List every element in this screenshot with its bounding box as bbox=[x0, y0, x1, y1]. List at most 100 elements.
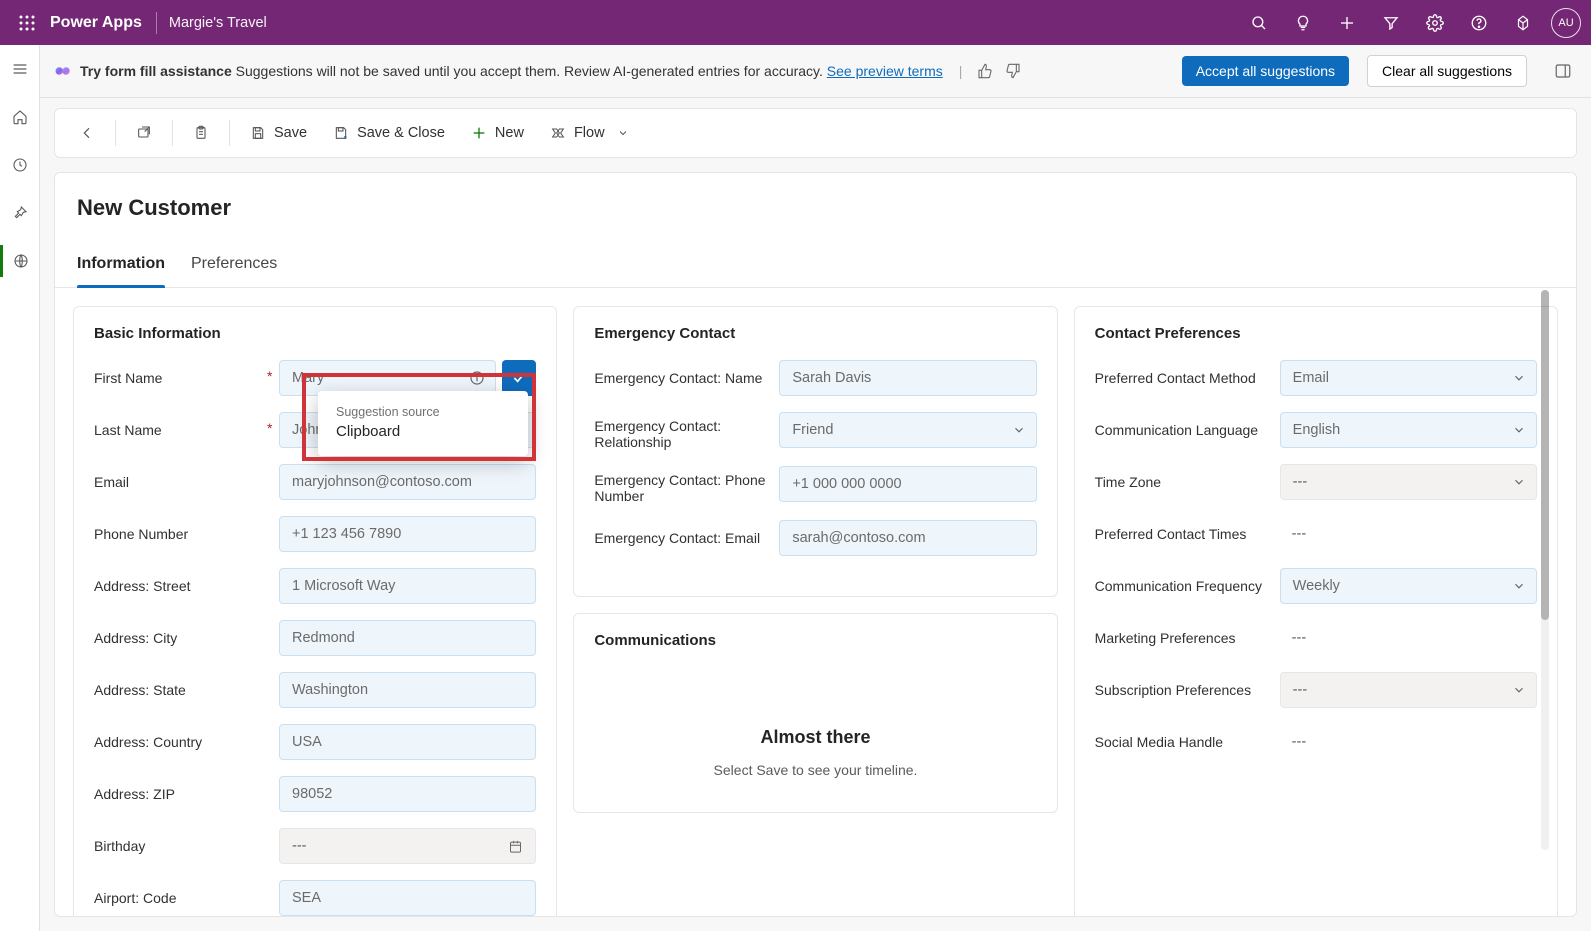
thumbs-up-icon[interactable] bbox=[974, 60, 996, 82]
street-input[interactable]: 1 Microsoft Way bbox=[279, 568, 536, 604]
home-icon[interactable] bbox=[0, 101, 40, 133]
card-contact-prefs: Contact Preferences Preferred Contact Me… bbox=[1074, 306, 1558, 916]
pref-subs-select[interactable]: --- bbox=[1280, 672, 1537, 708]
field-label: Emergency Contact: Email bbox=[594, 530, 760, 546]
field-label: Subscription Preferences bbox=[1095, 682, 1251, 698]
email-input[interactable]: maryjohnson@contoso.com bbox=[279, 464, 536, 500]
preview-terms-link[interactable]: See preview terms bbox=[827, 63, 943, 79]
field-label: Emergency Contact: Name bbox=[594, 370, 762, 386]
clear-all-button[interactable]: Clear all suggestions bbox=[1367, 55, 1527, 87]
pref-freq-select[interactable]: Weekly bbox=[1280, 568, 1537, 604]
help-icon[interactable] bbox=[1457, 0, 1501, 45]
form-board: Basic Information First Name * Mary bbox=[55, 288, 1576, 916]
field-label: Address: ZIP bbox=[94, 786, 175, 802]
field-pref-freq: Communication Frequency Weekly bbox=[1095, 568, 1537, 604]
pref-method-select[interactable]: Email bbox=[1280, 360, 1537, 396]
field-pref-social: Social Media Handle --- bbox=[1095, 724, 1537, 760]
field-airport: Airport: Code SEA bbox=[94, 880, 536, 916]
airport-input[interactable]: SEA bbox=[279, 880, 536, 916]
field-label: Last Name bbox=[94, 422, 162, 438]
ec-name-input[interactable]: Sarah Davis bbox=[779, 360, 1036, 396]
lightbulb-icon[interactable] bbox=[1281, 0, 1325, 45]
field-pref-lang: Communication Language English bbox=[1095, 412, 1537, 448]
pin-icon[interactable] bbox=[0, 197, 40, 229]
ai-banner: Try form fill assistance Suggestions wil… bbox=[40, 45, 1591, 98]
avatar[interactable]: AU bbox=[1551, 8, 1581, 38]
save-button[interactable]: Save bbox=[240, 119, 317, 147]
state-input[interactable]: Washington bbox=[279, 672, 536, 708]
thumbs-down-icon[interactable] bbox=[1002, 60, 1024, 82]
save-close-button[interactable]: Save & Close bbox=[323, 119, 455, 147]
field-label: Communication Frequency bbox=[1095, 578, 1262, 594]
globe-icon[interactable] bbox=[0, 245, 40, 277]
app-launcher-icon[interactable] bbox=[10, 15, 44, 31]
country-input[interactable]: USA bbox=[279, 724, 536, 760]
side-panel-icon[interactable] bbox=[1549, 57, 1577, 85]
command-bar: Save Save & Close New Flow bbox=[54, 108, 1577, 158]
card-emergency: Emergency Contact Emergency Contact: Nam… bbox=[573, 306, 1057, 597]
pref-tz-select[interactable]: --- bbox=[1280, 464, 1537, 500]
search-icon[interactable] bbox=[1237, 0, 1281, 45]
banner-text: Try form fill assistance Suggestions wil… bbox=[80, 63, 943, 79]
flow-button[interactable]: Flow bbox=[540, 119, 639, 147]
clipboard-button[interactable] bbox=[183, 119, 219, 147]
separator bbox=[172, 120, 173, 146]
add-icon[interactable] bbox=[1325, 0, 1369, 45]
pref-times-value[interactable]: --- bbox=[1280, 516, 1537, 552]
pref-social-value[interactable]: --- bbox=[1280, 724, 1537, 760]
chevron-down-icon bbox=[1512, 423, 1526, 437]
scrollbar-thumb[interactable] bbox=[1541, 290, 1549, 620]
card-heading: Communications bbox=[594, 632, 1036, 649]
calendar-icon[interactable] bbox=[508, 839, 523, 854]
hamburger-icon[interactable] bbox=[0, 53, 40, 85]
card-heading: Basic Information bbox=[94, 325, 536, 342]
phone-input[interactable]: +1 123 456 7890 bbox=[279, 516, 536, 552]
required-marker: * bbox=[267, 368, 272, 384]
global-header: Power Apps Margie's Travel AU bbox=[0, 0, 1591, 45]
copilot-icon bbox=[54, 62, 72, 80]
ec-phone-input[interactable]: +1 000 000 0000 bbox=[779, 466, 1036, 502]
banner-separator: | bbox=[959, 63, 963, 79]
ec-rel-select[interactable]: Friend bbox=[779, 412, 1036, 448]
field-pref-times: Preferred Contact Times --- bbox=[1095, 516, 1537, 552]
open-new-window-button[interactable] bbox=[126, 119, 162, 147]
field-pref-method: Preferred Contact Method Email bbox=[1095, 360, 1537, 396]
field-label: Address: City bbox=[94, 630, 177, 646]
ec-email-input[interactable]: sarah@contoso.com bbox=[779, 520, 1036, 556]
separator bbox=[115, 120, 116, 146]
pref-lang-select[interactable]: English bbox=[1280, 412, 1537, 448]
accept-all-button[interactable]: Accept all suggestions bbox=[1182, 56, 1349, 86]
pref-marketing-value[interactable]: --- bbox=[1280, 620, 1537, 656]
chevron-down-icon bbox=[1512, 579, 1526, 593]
recent-icon[interactable] bbox=[0, 149, 40, 181]
separator bbox=[229, 120, 230, 146]
field-label: Communication Language bbox=[1095, 422, 1258, 438]
field-label: Preferred Contact Method bbox=[1095, 370, 1256, 386]
work-area: Try form fill assistance Suggestions wil… bbox=[40, 45, 1591, 931]
birthday-input[interactable]: --- bbox=[279, 828, 536, 864]
field-email: Email maryjohnson@contoso.com bbox=[94, 464, 536, 500]
environment-name[interactable]: Margie's Travel bbox=[169, 15, 267, 31]
field-label: Emergency Contact: Relationship bbox=[594, 418, 769, 450]
tab-strip: Information Preferences bbox=[55, 225, 1576, 288]
gear-icon[interactable] bbox=[1413, 0, 1457, 45]
zip-input[interactable]: 98052 bbox=[279, 776, 536, 812]
field-pref-subs: Subscription Preferences --- bbox=[1095, 672, 1537, 708]
tab-preferences[interactable]: Preferences bbox=[191, 255, 277, 287]
filter-icon[interactable] bbox=[1369, 0, 1413, 45]
field-ec-rel: Emergency Contact: Relationship Friend bbox=[594, 412, 1036, 450]
city-input[interactable]: Redmond bbox=[279, 620, 536, 656]
tab-information[interactable]: Information bbox=[77, 255, 165, 287]
chevron-down-icon bbox=[1512, 475, 1526, 489]
app-switch-icon[interactable] bbox=[1501, 0, 1545, 45]
field-label: Email bbox=[94, 474, 129, 490]
back-button[interactable] bbox=[69, 119, 105, 147]
new-button[interactable]: New bbox=[461, 119, 534, 147]
info-icon[interactable] bbox=[469, 370, 485, 386]
field-label: Address: Street bbox=[94, 578, 191, 594]
suggestion-source-popover: Suggestion source Clipboard bbox=[318, 391, 528, 456]
card-heading: Emergency Contact bbox=[594, 325, 1036, 342]
header-divider bbox=[156, 12, 157, 34]
field-pref-marketing: Marketing Preferences --- bbox=[1095, 620, 1537, 656]
field-zip: Address: ZIP 98052 bbox=[94, 776, 536, 812]
